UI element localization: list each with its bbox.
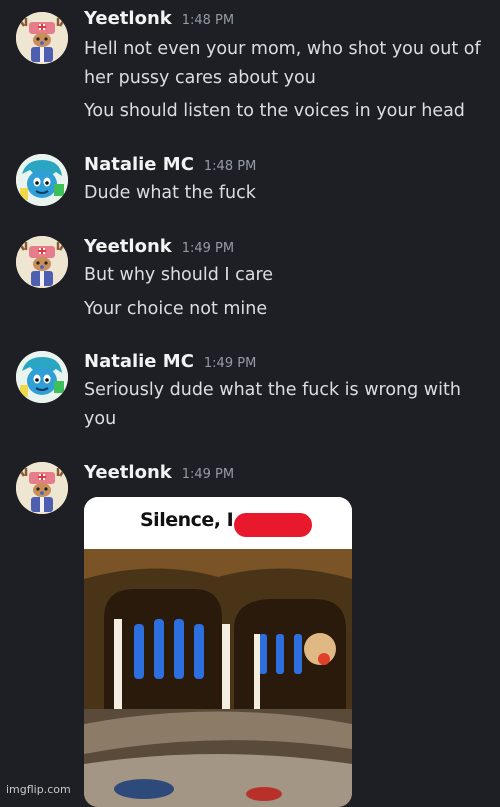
- blue-creature-avatar-icon: [16, 351, 68, 403]
- avatar[interactable]: [16, 12, 68, 64]
- message-header: Natalie MC 1:49 PM: [84, 351, 256, 372]
- avatar[interactable]: [16, 462, 68, 514]
- timestamp[interactable]: 1:49 PM: [182, 467, 234, 482]
- message-header: Yeetlonk 1:48 PM: [84, 8, 234, 29]
- message-text: Your choice not mine: [84, 299, 268, 319]
- message-text: Hell not even your mom, who shot you out…: [84, 39, 481, 59]
- chopper-avatar-icon: [16, 12, 68, 64]
- message-text: Dude what the fuck: [84, 183, 256, 203]
- cathedral-scene-image: [84, 549, 352, 807]
- chopper-avatar-icon: [16, 236, 68, 288]
- message-header: Yeetlonk 1:49 PM: [84, 462, 234, 483]
- timestamp[interactable]: 1:48 PM: [182, 13, 234, 28]
- message-text: her pussy cares about you: [84, 68, 316, 88]
- meme-caption-bar: Silence, I: [84, 497, 352, 549]
- message-text: Seriously dude what the fuck is wrong wi…: [84, 380, 461, 400]
- username[interactable]: Yeetlonk: [84, 462, 172, 483]
- username[interactable]: Yeetlonk: [84, 8, 172, 29]
- message-header: Natalie MC 1:48 PM: [84, 154, 256, 175]
- message-text: You should listen to the voices in your …: [84, 101, 465, 121]
- message-header: Yeetlonk 1:49 PM: [84, 236, 234, 257]
- blue-creature-avatar-icon: [16, 154, 68, 206]
- avatar[interactable]: [16, 154, 68, 206]
- username[interactable]: Yeetlonk: [84, 236, 172, 257]
- chopper-avatar-icon: [16, 462, 68, 514]
- imgflip-watermark: imgflip.com: [6, 783, 71, 796]
- avatar[interactable]: [16, 351, 68, 403]
- timestamp[interactable]: 1:49 PM: [204, 356, 256, 371]
- timestamp[interactable]: 1:49 PM: [182, 241, 234, 256]
- avatar[interactable]: [16, 236, 68, 288]
- username[interactable]: Natalie MC: [84, 351, 194, 372]
- message-text: you: [84, 409, 117, 429]
- meme-caption: Silence, I: [140, 509, 234, 531]
- username[interactable]: Natalie MC: [84, 154, 194, 175]
- image-attachment[interactable]: Silence, I: [84, 497, 352, 807]
- redaction-mark: [234, 513, 312, 537]
- message-text: But why should I care: [84, 265, 274, 285]
- timestamp[interactable]: 1:48 PM: [204, 159, 256, 174]
